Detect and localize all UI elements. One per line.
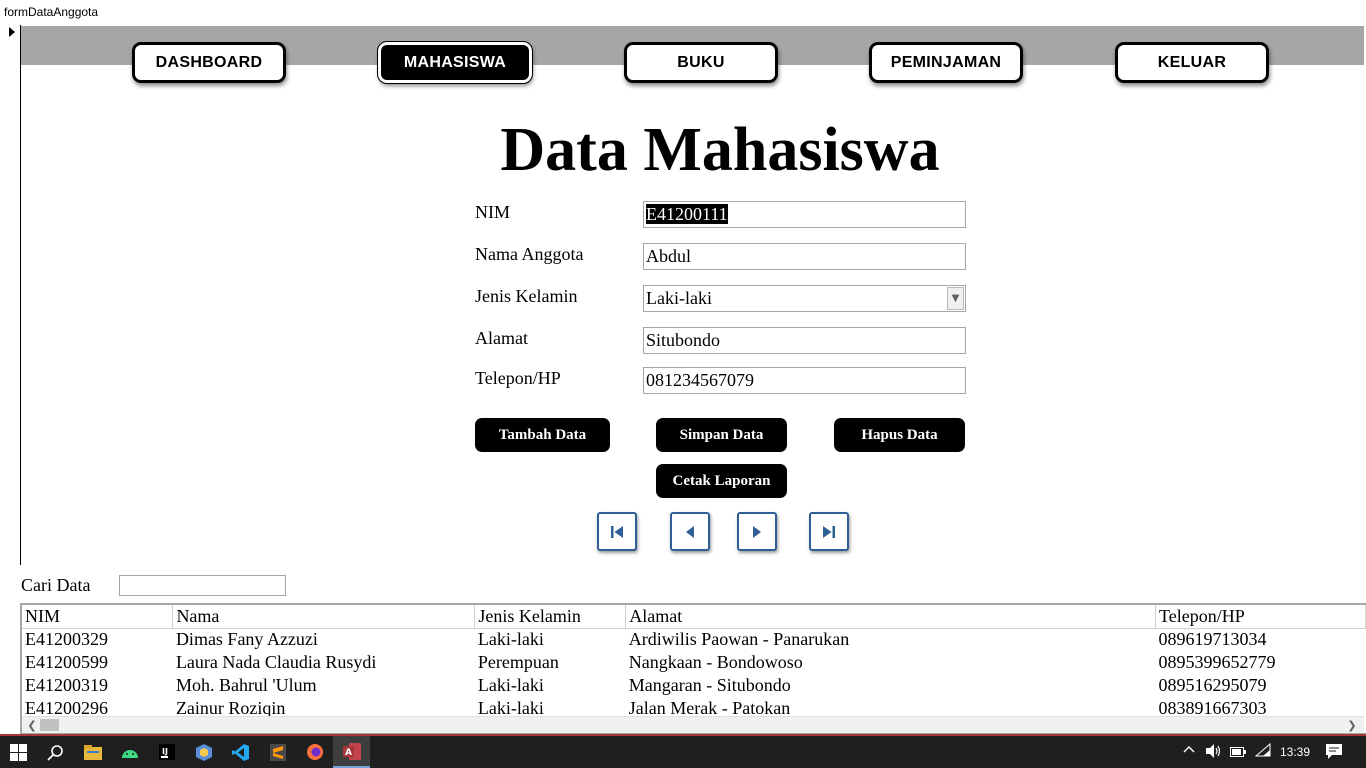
- first-record-button[interactable]: [597, 512, 637, 551]
- cell-jenis-kelamin: Laki-laki: [477, 629, 544, 650]
- next-record-icon: [753, 525, 761, 538]
- intellij-icon[interactable]: IJ: [148, 736, 185, 768]
- table-row[interactable]: E41200599 Laura Nada Claudia Rusydi Pere…: [22, 651, 1366, 674]
- current-record-icon: [9, 27, 15, 37]
- svg-text:IJ: IJ: [162, 747, 168, 756]
- app-icon[interactable]: [185, 736, 222, 768]
- search-input[interactable]: [119, 575, 286, 596]
- next-record-button[interactable]: [737, 512, 777, 551]
- cell-telepon: 089516295079: [1158, 675, 1267, 695]
- nav-keluar-button[interactable]: KELUAR: [1115, 42, 1269, 83]
- nav-peminjaman-button[interactable]: PEMINJAMAN: [869, 42, 1023, 83]
- nim-label: NIM: [475, 202, 510, 222]
- previous-record-button[interactable]: [670, 512, 710, 551]
- jenis-kelamin-value: Laki-laki: [646, 288, 712, 308]
- vscode-icon[interactable]: [222, 736, 259, 768]
- jenis-kelamin-label: Jenis Kelamin: [475, 286, 578, 306]
- nav-mahasiswa-button[interactable]: MAHASISWA: [377, 41, 533, 84]
- scroll-right-icon[interactable]: ❯: [1344, 718, 1360, 733]
- android-studio-icon[interactable]: [111, 736, 148, 768]
- search-icon[interactable]: [37, 736, 74, 768]
- scroll-left-icon[interactable]: ❮: [24, 718, 40, 733]
- cell-nim: E41200599: [25, 652, 108, 672]
- cell-jenis-kelamin: Perempuan: [477, 652, 559, 672]
- column-header-jenis-kelamin[interactable]: Jenis Kelamin: [474, 605, 627, 629]
- table-row[interactable]: E41200329 Dimas Fany Azzuzi Laki-laki Ar…: [22, 628, 1366, 651]
- last-record-icon: [823, 525, 835, 538]
- jenis-kelamin-combo[interactable]: Laki-laki ▼: [643, 285, 966, 312]
- chevron-up-icon[interactable]: [1183, 743, 1195, 758]
- cell-nim: E41200329: [25, 629, 108, 650]
- nav-buku-button[interactable]: BUKU: [624, 42, 778, 83]
- nim-value: E41200111: [646, 204, 728, 224]
- cell-nim: E41200319: [25, 675, 108, 695]
- cell-alamat: Nangkaan - Bondowoso: [628, 652, 803, 672]
- column-header-alamat[interactable]: Alamat: [625, 605, 1157, 629]
- clock-time[interactable]: 13:39: [1280, 745, 1310, 759]
- previous-record-icon: [686, 525, 694, 538]
- windows-start-icon[interactable]: [0, 736, 37, 768]
- telepon-field[interactable]: 081234567079: [643, 367, 966, 394]
- sublime-icon[interactable]: [259, 736, 296, 768]
- alamat-label: Alamat: [475, 328, 528, 348]
- chevron-down-icon[interactable]: ▼: [947, 287, 964, 310]
- search-label: Cari Data: [21, 575, 91, 595]
- notification-icon[interactable]: [1326, 744, 1342, 762]
- cetak-laporan-button[interactable]: Cetak Laporan: [656, 464, 787, 498]
- file-explorer-icon[interactable]: [74, 736, 111, 768]
- access-icon[interactable]: A: [333, 736, 370, 768]
- table-header-row: NIM Nama Jenis Kelamin Alamat Telepon/HP: [22, 605, 1366, 629]
- firefox-icon[interactable]: [296, 736, 333, 768]
- horizontal-scrollbar[interactable]: ❮ ❯: [22, 716, 1364, 733]
- nav-dashboard-button[interactable]: DASHBOARD: [132, 42, 286, 83]
- taskbar: IJ A 13:39: [0, 736, 1366, 768]
- column-header-nama[interactable]: Nama: [172, 605, 476, 629]
- cell-telepon: 0895399652779: [1158, 652, 1276, 672]
- column-header-nim[interactable]: NIM: [22, 605, 174, 629]
- nim-field[interactable]: E41200111: [643, 201, 966, 228]
- wifi-icon[interactable]: [1254, 742, 1271, 760]
- cell-nama: Dimas Fany Azzuzi: [175, 629, 318, 650]
- window-title: formDataAnggota: [0, 0, 1366, 25]
- hapus-data-button[interactable]: Hapus Data: [834, 418, 965, 452]
- record-selector[interactable]: [0, 25, 21, 565]
- column-header-telepon[interactable]: Telepon/HP: [1155, 605, 1366, 629]
- cell-nama: Laura Nada Claudia Rusydi: [175, 652, 377, 672]
- alamat-field[interactable]: Situbondo: [643, 327, 966, 354]
- speaker-icon[interactable]: [1206, 744, 1222, 761]
- simpan-data-button[interactable]: Simpan Data: [656, 418, 787, 452]
- cell-alamat: Ardiwilis Paowan - Panarukan: [628, 629, 850, 650]
- data-table: NIM Nama Jenis Kelamin Alamat Telepon/HP…: [22, 605, 1366, 720]
- table-row[interactable]: E41200319 Moh. Bahrul 'Ulum Laki-laki Ma…: [22, 674, 1366, 697]
- cell-jenis-kelamin: Laki-laki: [477, 675, 544, 695]
- telepon-label: Telepon/HP: [475, 368, 561, 388]
- nama-label: Nama Anggota: [475, 244, 584, 264]
- form-title: Data Mahasiswa: [500, 116, 940, 184]
- tambah-data-button[interactable]: Tambah Data: [475, 418, 610, 452]
- first-record-icon: [611, 525, 623, 538]
- cell-nama: Moh. Bahrul 'Ulum: [175, 675, 317, 695]
- battery-icon[interactable]: [1230, 746, 1246, 760]
- svg-text:A: A: [345, 748, 352, 758]
- last-record-button[interactable]: [809, 512, 849, 551]
- cell-telepon: 089619713034: [1158, 629, 1267, 650]
- cell-alamat: Mangaran - Situbondo: [628, 675, 791, 695]
- scroll-thumb[interactable]: [40, 719, 59, 731]
- nama-field[interactable]: Abdul: [643, 243, 966, 270]
